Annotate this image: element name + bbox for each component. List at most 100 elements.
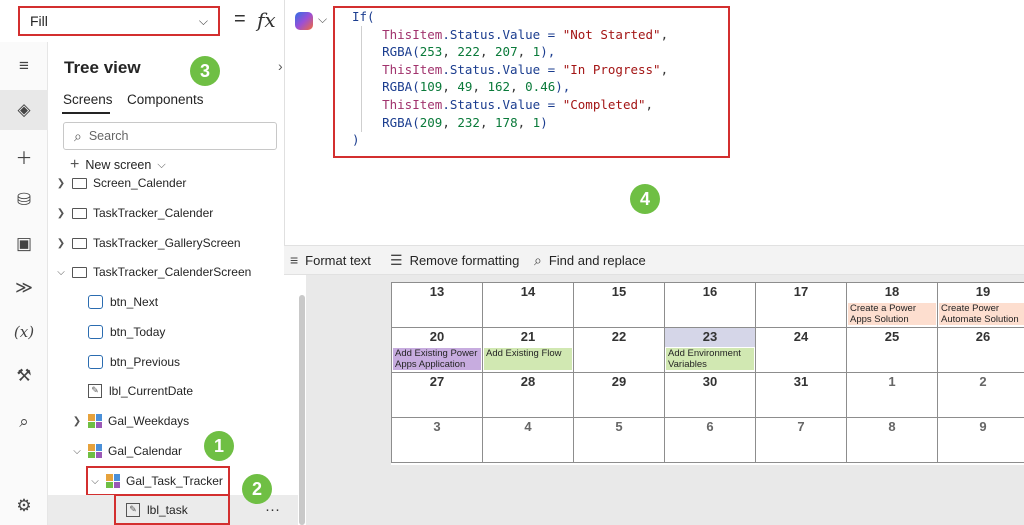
tree-node-gal-calendar[interactable]: ⌵ Gal_Calendar	[70, 436, 182, 466]
property-dropdown[interactable]: Fill ⌵	[18, 6, 220, 36]
tree-node-btn-today[interactable]: btn_Today	[84, 317, 165, 347]
day-number: 24	[793, 329, 809, 344]
calendar-day-cell[interactable]: 13	[391, 282, 483, 328]
chevron-right-icon: ❯	[56, 237, 66, 249]
new-screen-button[interactable]: + New screen ⌵	[70, 156, 166, 174]
calendar-day-cell[interactable]: 21 Add Existing Flow	[482, 327, 574, 373]
more-options-icon[interactable]: ···	[265, 501, 280, 518]
node-label: lbl_CurrentDate	[109, 384, 194, 398]
calendar-day-cell[interactable]: 29	[573, 372, 665, 418]
calendar-day-cell[interactable]: 27	[391, 372, 483, 418]
gear-icon[interactable]: ⚙	[0, 486, 48, 525]
calendar-day-cell[interactable]: 20 Add Existing Power Apps Application	[391, 327, 483, 373]
calendar-day-cell[interactable]: 31	[755, 372, 847, 418]
tree-node-gal-task-tracker[interactable]: ⌵ Gal_Task_Tracker	[86, 466, 230, 496]
code-line: )	[352, 131, 668, 149]
search-icon[interactable]: ⌕	[0, 402, 48, 442]
node-label: lbl_task	[147, 502, 188, 517]
active-tab-indicator	[62, 112, 110, 114]
calendar-day-cell[interactable]: 25	[846, 327, 938, 373]
day-number: 20	[429, 329, 445, 344]
media-icon[interactable]: ▣	[0, 224, 48, 264]
chevron-right-icon: ❯	[72, 415, 82, 427]
power-automate-icon[interactable]: ≫	[0, 268, 48, 308]
task-label[interactable]: Add Existing Power Apps Application	[393, 348, 481, 370]
calendar-day-cell[interactable]: 17	[755, 282, 847, 328]
calendar-day-cell[interactable]: 30	[664, 372, 756, 418]
calendar-day-cell[interactable]: 4	[482, 417, 574, 463]
formula-code[interactable]: If( ThisItem.Status.Value = "Not Started…	[352, 8, 668, 149]
calendar-gallery[interactable]: 13 14 15 16 17 18 Create a Power Apps Solution…	[391, 282, 1024, 465]
calendar-day-cell[interactable]: 15	[573, 282, 665, 328]
tree-node-gal-weekdays[interactable]: ❯ Gal_Weekdays	[70, 406, 189, 436]
gallery-icon	[88, 444, 102, 458]
task-label[interactable]: Create Power Automate Solution	[939, 303, 1024, 325]
calendar-day-cell[interactable]: 3	[391, 417, 483, 463]
tree-node-tasktracker-calender[interactable]: ❯ TaskTracker_Calender	[54, 198, 213, 228]
tree-scrollbar[interactable]	[299, 295, 305, 525]
calendar-day-cell[interactable]: 8	[846, 417, 938, 463]
code-token: RGBA(	[352, 114, 420, 130]
day-number: 21	[520, 329, 536, 344]
tab-components[interactable]: Components	[127, 92, 204, 107]
tree-node-tasktracker-galleryscreen[interactable]: ❯ TaskTracker_GalleryScreen	[54, 228, 241, 258]
day-number: 14	[520, 284, 536, 299]
day-number: 18	[884, 284, 900, 299]
tree-node-btn-next[interactable]: btn_Next	[84, 287, 158, 317]
calendar-day-cell[interactable]: 19 Create Power Automate Solution	[937, 282, 1024, 328]
tree-node-btn-previous[interactable]: btn_Previous	[84, 347, 180, 377]
advanced-tools-icon[interactable]: ⚒	[0, 356, 48, 396]
node-label: Screen_Calender	[93, 176, 187, 190]
calendar-day-cell[interactable]: 16	[664, 282, 756, 328]
gallery-icon	[88, 414, 102, 428]
calendar-day-cell[interactable]: 2	[937, 372, 1024, 418]
hamburger-icon[interactable]: ≡	[0, 46, 48, 86]
close-icon[interactable]: ›	[278, 58, 283, 74]
tree-node-lbl-currentdate[interactable]: ✎ lbl_CurrentDate	[84, 376, 193, 406]
variables-icon[interactable]: (x)	[0, 312, 48, 352]
code-token: )	[540, 114, 548, 130]
calendar-day-cell[interactable]: 1	[846, 372, 938, 418]
tree-node-lbl-task[interactable]: ✎ lbl_task	[114, 494, 230, 525]
find-replace-button[interactable]: ⌕ Find and replace	[534, 252, 646, 269]
calendar-day-cell[interactable]: 26	[937, 327, 1024, 373]
new-screen-label: New screen	[85, 158, 152, 172]
code-token: 207	[495, 44, 518, 60]
remove-formatting-button[interactable]: ☰ Remove formatting	[390, 252, 519, 269]
calendar-day-cell[interactable]: 28	[482, 372, 574, 418]
task-label[interactable]: Create a Power Apps Solution	[848, 303, 936, 325]
remove-formatting-label: Remove formatting	[409, 253, 520, 268]
calendar-day-cell[interactable]: 7	[755, 417, 847, 463]
calendar-day-cell[interactable]: 24	[755, 327, 847, 373]
calendar-day-cell[interactable]: 14	[482, 282, 574, 328]
copilot-icon[interactable]	[295, 12, 313, 30]
code-token: ,	[442, 79, 458, 95]
calendar-day-cell[interactable]: 22	[573, 327, 665, 373]
tree-view-icon[interactable]: ◈	[0, 90, 48, 130]
calendar-day-cell[interactable]: 5	[573, 417, 665, 463]
tree-search-input[interactable]: ⌕ Search	[63, 122, 277, 150]
code-token: ,	[645, 96, 654, 112]
task-label[interactable]: Add Existing Flow	[484, 348, 572, 370]
calendar-day-cell[interactable]: 23 Add Environment Variables	[664, 327, 756, 373]
tab-screens[interactable]: Screens	[63, 92, 113, 107]
code-token: ,	[472, 79, 488, 95]
day-number: 15	[611, 284, 627, 299]
calendar-day-cell[interactable]: 18 Create a Power Apps Solution	[846, 282, 938, 328]
data-icon[interactable]: ⛁	[0, 180, 48, 220]
tree-node-screen-calender[interactable]: ❯ Screen_Calender	[54, 174, 187, 198]
chevron-down-icon[interactable]: ⌵	[318, 12, 327, 27]
remove-formatting-icon: ☰	[390, 252, 403, 268]
code-token: "Not Started"	[562, 26, 661, 42]
node-label: TaskTracker_CalenderScreen	[93, 265, 252, 279]
tree-node-tasktracker-calenderscreen[interactable]: ⌵ TaskTracker_CalenderScreen	[54, 257, 251, 287]
format-text-button[interactable]: ≡ Format text	[290, 252, 371, 268]
calendar-day-cell[interactable]: 6	[664, 417, 756, 463]
insert-icon[interactable]: ＋	[0, 136, 48, 176]
day-number: 1	[888, 374, 896, 389]
task-label[interactable]: Add Environment Variables	[666, 348, 754, 370]
code-line: ThisItem.Status.Value = "Not Started",	[352, 26, 668, 44]
calendar-day-cell[interactable]: 9	[937, 417, 1024, 463]
gallery-icon	[106, 474, 120, 488]
fx-icon[interactable]: fx	[257, 8, 276, 32]
